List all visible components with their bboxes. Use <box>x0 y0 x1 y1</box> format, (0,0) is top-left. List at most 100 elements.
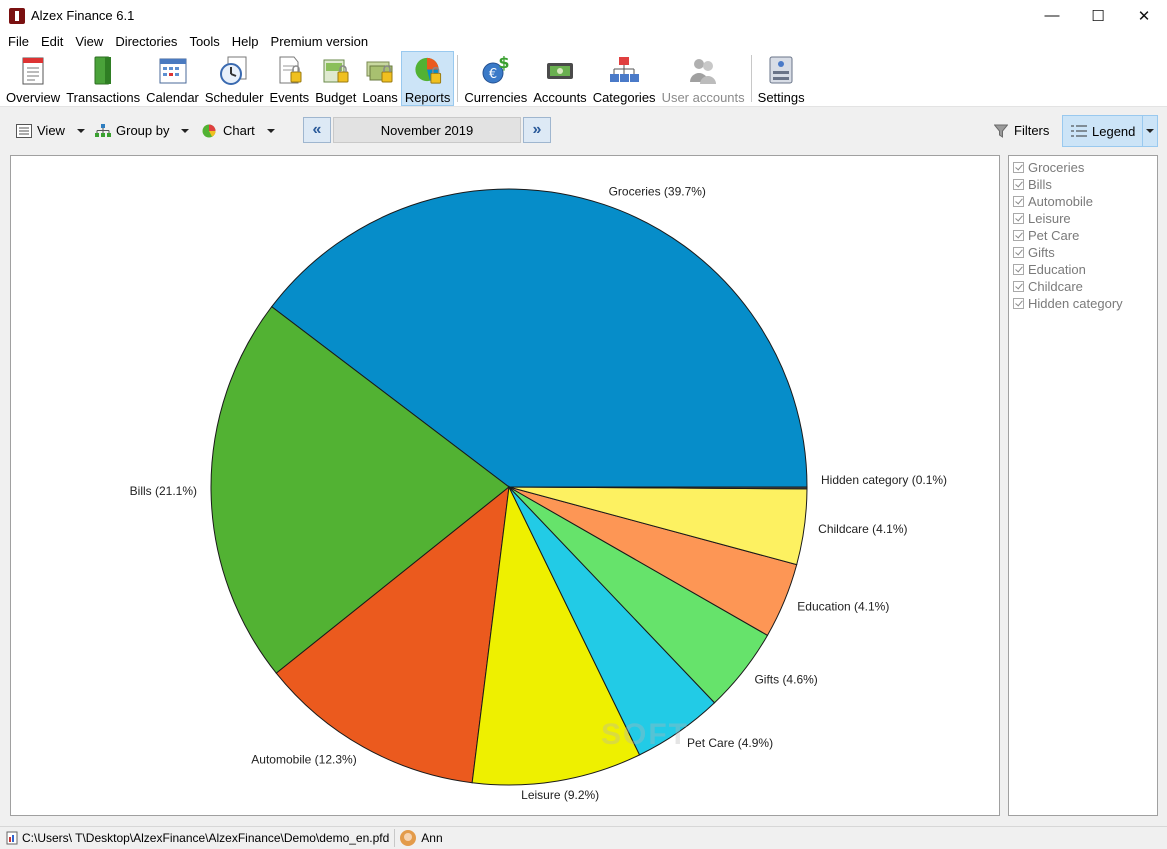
events-icon <box>279 56 302 84</box>
legend-item-childcare[interactable]: Childcare <box>1009 278 1157 295</box>
transactions-label: Transactions <box>66 90 141 105</box>
pie-label-gifts: Gifts (4.6%) <box>754 673 817 687</box>
legend-item-label: Automobile <box>1028 194 1094 209</box>
legend-item-gifts[interactable]: Gifts <box>1009 244 1157 261</box>
loans-button[interactable]: Loans <box>359 51 400 106</box>
legend-item-education[interactable]: Education <box>1009 261 1157 278</box>
checkbox[interactable] <box>1013 213 1024 224</box>
calendar-label: Calendar <box>146 90 199 105</box>
checkbox[interactable] <box>1013 247 1024 258</box>
currencies-button[interactable]: € $ Currencies <box>461 51 530 106</box>
categories-button[interactable]: Categories <box>590 51 659 106</box>
user-accounts-label: User accounts <box>661 90 745 105</box>
toolbar-separator <box>750 55 752 102</box>
legend-item-pet-care[interactable]: Pet Care <box>1009 227 1157 244</box>
menu-directories[interactable]: Directories <box>109 34 183 49</box>
next-period-button[interactable]: » <box>523 117 551 143</box>
chevron-down-icon <box>1146 129 1154 133</box>
view-dropdown[interactable]: View <box>16 123 85 138</box>
chevron-down-icon <box>266 128 275 133</box>
main-toolbar: Overview Transactions Calendar Scheduler… <box>0 51 1167 107</box>
menu-premium[interactable]: Premium version <box>265 34 375 49</box>
pie-label-leisure: Leisure (9.2%) <box>521 788 599 802</box>
legend-item-label: Groceries <box>1028 160 1085 175</box>
pie-chart-icon <box>202 124 216 137</box>
maximize-button[interactable]: ☐ <box>1075 0 1121 31</box>
categories-icon <box>610 57 640 82</box>
user-accounts-button[interactable]: User accounts <box>659 51 748 106</box>
legend-label: Legend <box>1092 123 1136 139</box>
pie-label-pet-care: Pet Care (4.9%) <box>687 736 773 750</box>
menu-view[interactable]: View <box>69 34 109 49</box>
checkbox[interactable] <box>1013 230 1024 241</box>
title-bar: Alzex Finance 6.1 — ☐ ✕ <box>0 0 1167 31</box>
toolbar-separator <box>457 55 459 102</box>
legend-item-label: Hidden category <box>1028 296 1123 311</box>
view-label: View <box>37 123 65 138</box>
calendar-icon <box>159 58 186 84</box>
menu-help[interactable]: Help <box>226 34 265 49</box>
menu-edit[interactable]: Edit <box>35 34 69 49</box>
overview-label: Overview <box>6 90 61 105</box>
user-name[interactable]: Ann <box>421 831 442 845</box>
chart-dropdown[interactable]: Chart <box>202 123 275 138</box>
chart-panel: Groceries (39.7%) Bills (21.1%) Automobile… <box>10 155 1000 816</box>
legend-item-groceries[interactable]: Groceries <box>1009 159 1157 176</box>
previous-period-button[interactable]: « <box>303 117 331 143</box>
svg-text:€: € <box>489 67 497 82</box>
database-file-icon <box>6 831 18 845</box>
legend-item-leisure[interactable]: Leisure <box>1009 210 1157 227</box>
period-selector[interactable]: November 2019 <box>333 117 521 143</box>
legend-dropdown-button[interactable] <box>1142 116 1157 146</box>
calendar-button[interactable]: Calendar <box>143 51 202 106</box>
legend-item-bills[interactable]: Bills <box>1009 176 1157 193</box>
checkbox[interactable] <box>1013 162 1024 173</box>
accounts-button[interactable]: Accounts <box>530 51 589 106</box>
chevron-down-icon <box>181 128 190 133</box>
status-bar: C:\Users\ T\Desktop\AlzexFinance\AlzexFi… <box>0 826 1167 849</box>
budget-button[interactable]: Budget <box>312 51 359 106</box>
legend-item-label: Leisure <box>1028 211 1071 226</box>
budget-icon <box>323 59 349 83</box>
pie-chart: Groceries (39.7%) Bills (21.1%) Automobile… <box>130 184 947 802</box>
group-by-label: Group by <box>116 123 170 138</box>
minimize-button[interactable]: — <box>1029 0 1075 31</box>
pie-label-childcare: Childcare (4.1%) <box>818 522 907 536</box>
legend-item-automobile[interactable]: Automobile <box>1009 193 1157 210</box>
checkbox[interactable] <box>1013 196 1024 207</box>
loans-icon <box>366 61 393 83</box>
legend-panel: Groceries Bills Automobile Leisure Pet C… <box>1008 155 1158 816</box>
overview-button[interactable]: Overview <box>3 51 63 106</box>
menu-tools[interactable]: Tools <box>183 34 225 49</box>
scheduler-icon <box>220 56 247 85</box>
settings-button[interactable]: Settings <box>755 51 808 106</box>
checkbox[interactable] <box>1013 298 1024 309</box>
pie-label-hidden-category: Hidden category (0.1%) <box>821 473 947 487</box>
events-button[interactable]: Events <box>266 51 312 106</box>
currencies-label: Currencies <box>464 90 528 105</box>
settings-label: Settings <box>757 90 805 105</box>
close-button[interactable]: ✕ <box>1121 0 1167 31</box>
checkbox[interactable] <box>1013 281 1024 292</box>
budget-label: Budget <box>315 90 357 105</box>
chevron-down-icon <box>76 128 85 133</box>
checkbox[interactable] <box>1013 264 1024 275</box>
transactions-button[interactable]: Transactions <box>63 51 143 106</box>
filter-icon <box>994 124 1008 138</box>
filters-button[interactable]: Filters <box>994 123 1049 138</box>
legend-icon <box>1071 125 1087 137</box>
group-by-icon <box>95 123 111 137</box>
scheduler-button[interactable]: Scheduler <box>202 51 267 106</box>
reports-button[interactable]: Reports <box>400 51 455 106</box>
scheduler-label: Scheduler <box>204 90 264 105</box>
menu-file[interactable]: File <box>2 34 35 49</box>
checkbox[interactable] <box>1013 179 1024 190</box>
watermark: SOFT <box>601 718 689 751</box>
legend-item-hidden-category[interactable]: Hidden category <box>1009 295 1157 312</box>
legend-item-label: Pet Care <box>1028 228 1080 243</box>
file-path: C:\Users\ T\Desktop\AlzexFinance\AlzexFi… <box>22 831 390 845</box>
pie-label-bills: Bills (21.1%) <box>130 484 197 498</box>
window-controls: — ☐ ✕ <box>1029 0 1167 31</box>
legend-button[interactable]: Legend <box>1062 115 1158 147</box>
group-by-dropdown[interactable]: Group by <box>95 123 190 138</box>
